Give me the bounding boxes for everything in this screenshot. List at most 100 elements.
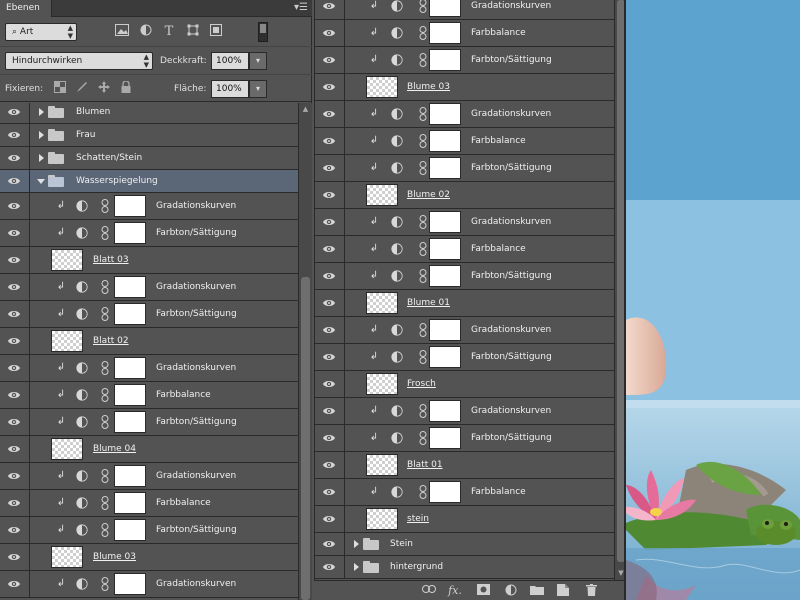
adjustment-layer-icon[interactable] [76, 200, 88, 212]
layer-row-smart[interactable]: Blume 02 [315, 182, 614, 209]
layer-name[interactable]: Blatt 03 [93, 253, 129, 267]
layer-thumbnail[interactable] [51, 546, 83, 568]
layer-name[interactable]: Gradationskurven [156, 280, 236, 294]
layer-row-adj[interactable]: ↲ Farbton/Sättigung [0, 517, 298, 544]
layer-name[interactable]: Frau [76, 128, 95, 142]
layer-name[interactable]: Gradationskurven [156, 361, 236, 375]
document-canvas[interactable] [626, 0, 800, 600]
layer-mask-thumbnail[interactable] [429, 157, 461, 179]
adjustment-layer-icon[interactable] [76, 578, 88, 590]
layer-mask-thumbnail[interactable] [114, 357, 146, 379]
tab-layers[interactable]: Ebenen [0, 0, 52, 17]
layer-mask-thumbnail[interactable] [429, 49, 461, 71]
filter-smart-object-icon[interactable] [208, 24, 224, 40]
layer-row-group[interactable]: Stein [315, 533, 614, 556]
visibility-eye-icon[interactable] [0, 170, 30, 192]
blend-mode-dropdown[interactable]: Hindurchwirken ▲ ▼ [5, 52, 153, 70]
layer-row-group[interactable]: Frau [0, 124, 298, 147]
mask-link-icon[interactable] [419, 323, 427, 337]
adjustment-layer-icon[interactable] [391, 162, 403, 174]
layer-mask-thumbnail[interactable] [429, 400, 461, 422]
visibility-eye-icon[interactable] [0, 193, 30, 219]
layer-row-smart[interactable]: Blume 01 [315, 290, 614, 317]
adjustment-layer-icon[interactable] [391, 27, 403, 39]
layer-mask-thumbnail[interactable] [114, 573, 146, 595]
filter-type-dropdown[interactable]: ⌕ Art ▲ ▼ [5, 23, 77, 41]
visibility-eye-icon[interactable] [315, 398, 345, 424]
adjustment-layer-icon[interactable] [76, 497, 88, 509]
adjustment-layer-icon[interactable] [76, 470, 88, 482]
mask-link-icon[interactable] [419, 404, 427, 418]
visibility-eye-icon[interactable] [0, 463, 30, 489]
adjustment-layer-icon[interactable] [391, 216, 403, 228]
layer-mask-thumbnail[interactable] [429, 427, 461, 449]
visibility-eye-icon[interactable] [315, 371, 345, 397]
layer-name[interactable]: Stein [390, 537, 413, 551]
layer-name[interactable]: Blatt 02 [93, 334, 129, 348]
mask-link-icon[interactable] [101, 577, 109, 591]
mask-link-icon[interactable] [419, 242, 427, 256]
lock-position-icon[interactable] [96, 81, 112, 97]
adjustment-layer-icon[interactable] [391, 54, 403, 66]
layer-mask-thumbnail[interactable] [114, 195, 146, 217]
layer-mask-thumbnail[interactable] [429, 319, 461, 341]
layer-row-smart[interactable]: Blume 03 [315, 74, 614, 101]
visibility-eye-icon[interactable] [0, 355, 30, 381]
adjustment-layer-icon[interactable] [391, 135, 403, 147]
layer-name[interactable]: Gradationskurven [471, 0, 551, 13]
panel-menu-icon[interactable]: ▾☰ [294, 2, 308, 14]
layer-row-adj[interactable]: ↲ Farbton/Sättigung [315, 263, 614, 290]
layer-name[interactable]: hintergrund [390, 560, 443, 574]
add-mask-icon[interactable] [476, 584, 490, 598]
layer-mask-thumbnail[interactable] [429, 103, 461, 125]
visibility-eye-icon[interactable] [315, 128, 345, 154]
mask-link-icon[interactable] [101, 361, 109, 375]
adjustment-layer-icon[interactable] [391, 432, 403, 444]
layer-name[interactable]: Blume 03 [93, 550, 136, 564]
layer-name[interactable]: Farbbalance [471, 242, 526, 256]
mask-link-icon[interactable] [419, 485, 427, 499]
layer-name[interactable]: Frosch [407, 377, 436, 391]
layer-row-adj[interactable]: ↲ Farbbalance [315, 128, 614, 155]
visibility-eye-icon[interactable] [0, 124, 30, 146]
layer-name[interactable]: Farbton/Sättigung [471, 350, 552, 364]
layer-name[interactable]: Blatt 01 [407, 458, 443, 472]
filter-toggle-switch[interactable] [258, 22, 268, 42]
layer-row-adj[interactable]: ↲ Farbbalance [315, 236, 614, 263]
visibility-eye-icon[interactable] [315, 155, 345, 181]
adjustment-layer-icon[interactable] [391, 108, 403, 120]
layer-row-adj[interactable]: ↲ Farbton/Sättigung [315, 344, 614, 371]
mask-link-icon[interactable] [101, 280, 109, 294]
opacity-input[interactable]: 100% [211, 52, 249, 70]
layer-mask-thumbnail[interactable] [114, 492, 146, 514]
layer-mask-thumbnail[interactable] [429, 346, 461, 368]
layer-row-smart[interactable]: Blatt 01 [315, 452, 614, 479]
layer-mask-thumbnail[interactable] [114, 465, 146, 487]
layer-thumbnail[interactable] [366, 508, 398, 530]
adjustment-layer-icon[interactable] [76, 416, 88, 428]
layer-row-adj[interactable]: ↲ Gradationskurven [315, 398, 614, 425]
visibility-eye-icon[interactable] [0, 220, 30, 246]
visibility-eye-icon[interactable] [315, 317, 345, 343]
layer-name[interactable]: Blume 03 [407, 80, 450, 94]
expand-triangle-closed-icon[interactable] [351, 562, 361, 572]
layer-mask-thumbnail[interactable] [429, 0, 461, 17]
mask-link-icon[interactable] [101, 226, 109, 240]
layer-mask-thumbnail[interactable] [429, 22, 461, 44]
new-group-icon[interactable] [530, 584, 544, 598]
visibility-eye-icon[interactable] [0, 382, 30, 408]
scroll-up-icon[interactable]: ▲ [299, 103, 312, 116]
link-layers-icon[interactable] [422, 584, 436, 598]
filter-type-layer-icon[interactable]: T [161, 24, 177, 40]
mask-link-icon[interactable] [101, 469, 109, 483]
layer-name[interactable]: Farbbalance [471, 26, 526, 40]
mask-link-icon[interactable] [419, 431, 427, 445]
layer-row-smart[interactable]: Blume 04 [0, 436, 298, 463]
visibility-eye-icon[interactable] [0, 409, 30, 435]
visibility-eye-icon[interactable] [315, 479, 345, 505]
visibility-eye-icon[interactable] [315, 0, 345, 19]
layer-name[interactable]: Farbton/Sättigung [471, 269, 552, 283]
visibility-eye-icon[interactable] [315, 344, 345, 370]
layer-name[interactable]: Blume 04 [93, 442, 136, 456]
new-layer-icon[interactable] [556, 584, 570, 598]
